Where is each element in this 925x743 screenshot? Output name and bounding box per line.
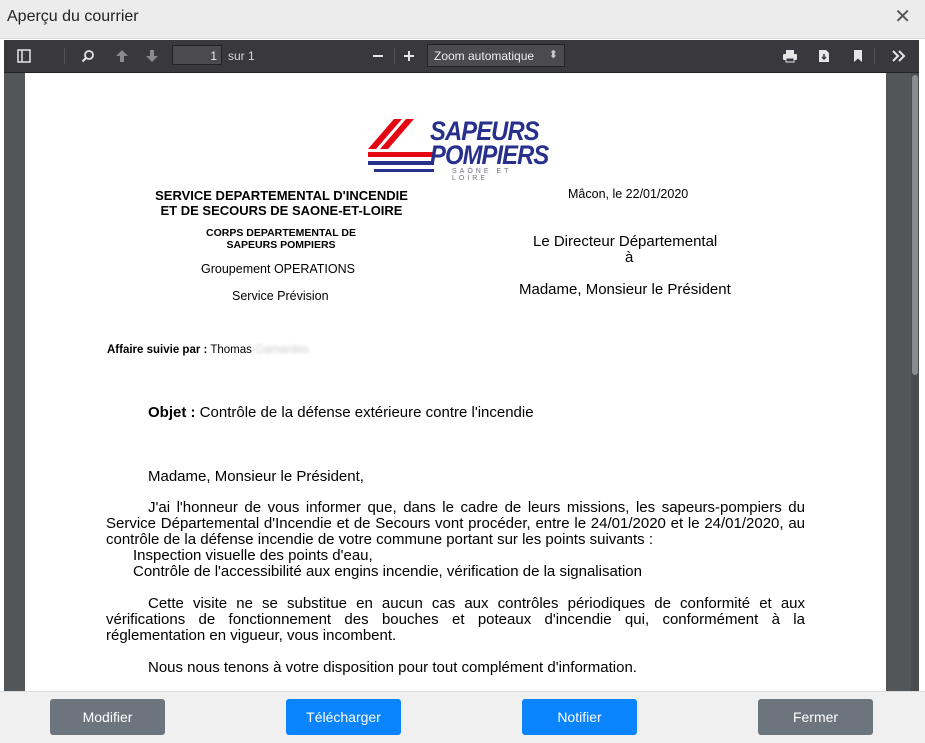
- object-text: Contrôle de la défense extérieure contre…: [199, 404, 534, 421]
- previous-page-icon[interactable]: [110, 44, 134, 68]
- object-label: Objet :: [148, 404, 196, 421]
- pdf-viewer: 1 sur 1 Zoom automatique ⬍ SAPEURS POMPI…: [4, 40, 919, 691]
- page-number-input[interactable]: 1: [172, 45, 222, 65]
- to-label: à: [625, 249, 634, 266]
- paragraph-2: Cette visite ne se substitue en aucun ca…: [106, 595, 805, 644]
- toolbar-separator: [64, 48, 65, 64]
- bullet-2: Contrôle de l'accessibilité aux engins i…: [133, 563, 642, 580]
- modify-button[interactable]: Modifier: [50, 699, 165, 735]
- zoom-out-icon[interactable]: [366, 44, 390, 68]
- pdf-scrollbar[interactable]: [911, 73, 919, 691]
- sidebar-toggle-icon[interactable]: [12, 44, 36, 68]
- dialog-title: Aperçu du courrier: [7, 8, 139, 25]
- print-icon[interactable]: [778, 44, 802, 68]
- toolbar-separator: [874, 48, 875, 64]
- dialog-header: Aperçu du courrier ✕: [0, 0, 925, 39]
- corps-header: CORPS DEPARTEMENTAL DE SAPEURS POMPIERS: [181, 227, 381, 251]
- place-date: Mâcon, le 22/01/2020: [568, 187, 689, 201]
- followed-by: Affaire suivie par : Thomas Gamardes: [107, 344, 309, 356]
- paragraph-1: J'ai l'honneur de vous informer que, dan…: [106, 499, 805, 548]
- followed-surname-blurred: Gamardes: [255, 344, 309, 356]
- pdf-content-area[interactable]: SAPEURS POMPIERS SAÔNE ET LOIRE SERVICE …: [4, 73, 919, 691]
- service-label: Service Prévision: [232, 289, 329, 303]
- zoom-select[interactable]: Zoom automatique ⬍: [427, 44, 565, 67]
- download-icon[interactable]: [812, 44, 836, 68]
- download-button[interactable]: Télécharger: [286, 699, 401, 735]
- object-line: Objet : Contrôle de la défense extérieur…: [148, 404, 534, 421]
- page-count-label: sur 1: [228, 49, 255, 63]
- org-line1: SERVICE DEPARTEMENTAL D'INCENDIE: [155, 188, 408, 203]
- logo-text-pompiers: POMPIERS: [430, 140, 549, 170]
- pdf-page: SAPEURS POMPIERS SAÔNE ET LOIRE SERVICE …: [25, 73, 886, 691]
- corps-line2: SAPEURS POMPIERS: [226, 239, 336, 251]
- logo-subtitle: SAÔNE ET LOIRE: [452, 168, 512, 182]
- close-button[interactable]: Fermer: [758, 699, 873, 735]
- pdf-toolbar: 1 sur 1 Zoom automatique ⬍: [4, 40, 919, 73]
- toolbar-separator: [394, 48, 395, 64]
- chevron-updown-icon: ⬍: [548, 49, 558, 61]
- bullet-1: Inspection visuelle des points d'eau,: [133, 547, 373, 564]
- zoom-select-value: Zoom automatique: [434, 49, 535, 63]
- org-header: SERVICE DEPARTEMENTAL D'INCENDIE ET DE S…: [125, 188, 438, 218]
- salutation: Madame, Monsieur le Président,: [148, 468, 364, 485]
- recipient-label: Madame, Monsieur le Président: [519, 281, 731, 298]
- corps-line1: CORPS DEPARTEMENTAL DE: [206, 227, 356, 239]
- search-icon[interactable]: [76, 44, 100, 68]
- sender-label: Le Directeur Départemental: [533, 233, 718, 250]
- scroll-thumb[interactable]: [912, 75, 918, 375]
- bookmark-icon[interactable]: [846, 44, 870, 68]
- zoom-in-icon[interactable]: [397, 44, 421, 68]
- sapeurs-pompiers-logo: SAPEURS POMPIERS SAÔNE ET LOIRE: [368, 116, 549, 186]
- tools-icon[interactable]: [887, 44, 911, 68]
- followed-label: Affaire suivie par :: [107, 344, 208, 356]
- dialog-footer: Modifier Télécharger Notifier Fermer: [0, 691, 925, 743]
- org-line2: ET DE SECOURS DE SAONE-ET-LOIRE: [160, 203, 403, 218]
- notify-button[interactable]: Notifier: [522, 699, 637, 735]
- close-icon[interactable]: ✕: [894, 6, 911, 28]
- groupement-label: Groupement OPERATIONS: [201, 262, 355, 276]
- followed-name: Thomas: [210, 344, 252, 356]
- next-page-icon[interactable]: [140, 44, 164, 68]
- paragraph-3: Nous nous tenons à votre disposition pou…: [148, 659, 637, 676]
